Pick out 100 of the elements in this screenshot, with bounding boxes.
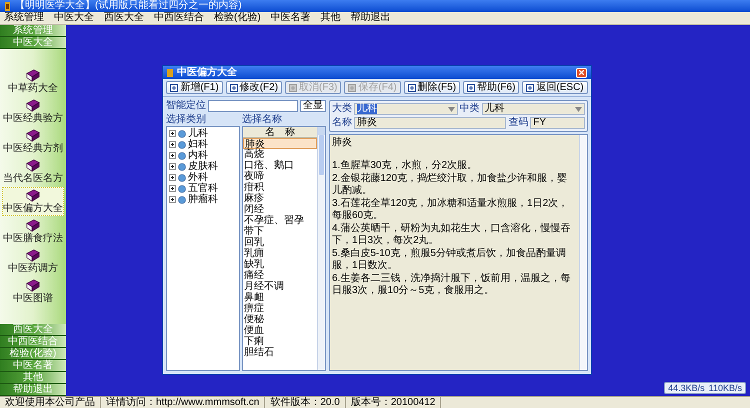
toolbar-button[interactable]: 新增(F1) bbox=[166, 81, 223, 94]
expand-icon[interactable] bbox=[169, 196, 176, 203]
name-list-item[interactable]: 高烧 bbox=[243, 149, 317, 160]
expand-icon[interactable] bbox=[169, 174, 176, 181]
sidebar-item[interactable]: 中医图谱 bbox=[2, 277, 64, 306]
menu-item[interactable]: 中医名著 bbox=[270, 12, 311, 24]
menu-item[interactable]: 西医大全 bbox=[104, 12, 144, 24]
close-button[interactable] bbox=[576, 68, 587, 78]
name-list-item[interactable]: 夜啼 bbox=[243, 171, 317, 182]
expand-icon[interactable] bbox=[169, 185, 176, 192]
scrollbar[interactable] bbox=[317, 127, 325, 370]
menu-item[interactable]: 中医大全 bbox=[54, 12, 94, 24]
dropdown-caret-icon[interactable] bbox=[448, 106, 454, 112]
name-field[interactable]: 肺炎 bbox=[354, 117, 506, 129]
recipe-line: 2.金银花藤120克，捣烂绞汁取，加食盐少许和服，婴儿酌减。 bbox=[332, 173, 568, 197]
toolbar-button[interactable]: 返回(ESC) bbox=[522, 81, 588, 94]
column-header: 名 称 bbox=[243, 127, 317, 138]
name-list-item[interactable]: 痛经 bbox=[243, 270, 317, 281]
name-list-item[interactable]: 胆结石 bbox=[243, 347, 317, 358]
dropdown-caret-icon[interactable] bbox=[575, 106, 582, 112]
download-speed: 44.3KB/s bbox=[668, 383, 705, 393]
name-list-heading: 选择名称 bbox=[242, 114, 283, 126]
toolbar-icon bbox=[170, 84, 178, 92]
category-item[interactable]: 外科 bbox=[188, 172, 208, 183]
name-list-item[interactable]: 乳痈 bbox=[243, 248, 317, 259]
sidebar-item-label: 当代名医名方 bbox=[3, 173, 63, 184]
show-all-button[interactable]: 全显 bbox=[300, 100, 326, 112]
toolbar-icon bbox=[408, 84, 416, 92]
recipe-line: 4.蒲公英晒干，研粉为丸如花生大，口含溶化，慢慢吞下，1日3次，每次2丸。 bbox=[332, 223, 572, 247]
expand-icon[interactable] bbox=[169, 141, 176, 148]
recipe-line: 5.桑白皮5-10克，煎服5分钟或煮后饮，加食品酌量调服，1日数次。 bbox=[332, 248, 567, 272]
field-label: 大类 bbox=[332, 103, 352, 115]
category-item[interactable]: 皮肤科 bbox=[188, 161, 218, 172]
menu-item[interactable]: 检验(化验) bbox=[214, 12, 261, 24]
name-list-item[interactable]: 口疮、鹅口 bbox=[243, 160, 317, 171]
name-list-item[interactable]: 痹症 bbox=[243, 303, 317, 314]
name-list-item[interactable]: 下痢 bbox=[243, 336, 317, 347]
sidebar-item-label: 中医图谱 bbox=[13, 293, 53, 304]
menu-item[interactable]: 系统管理 bbox=[4, 12, 44, 24]
sidebar-item-label: 中草药大全 bbox=[8, 83, 58, 94]
toolbar-icon bbox=[289, 84, 298, 92]
sidebar-item-label: 中医偏方大全 bbox=[3, 203, 63, 214]
name-list-item[interactable]: 肺炎 bbox=[243, 138, 317, 149]
name-list-item[interactable]: 不孕症、習孕 bbox=[243, 215, 317, 226]
recipe-text-area[interactable] bbox=[329, 134, 588, 371]
status-text: 详情访问：http://www.mmmsoft.cn bbox=[101, 397, 266, 408]
menu-item[interactable]: 中西医结合 bbox=[154, 12, 204, 24]
name-list-item[interactable]: 闭经 bbox=[243, 204, 317, 215]
sidebar-item[interactable]: 中医偏方大全 bbox=[2, 187, 64, 216]
toolbar-icon bbox=[230, 84, 238, 92]
dialog-title: 中医偏方大全 bbox=[177, 66, 238, 78]
recipe-line: 3.石莲花全草120克，加冰糖和适量水煎服，1日2次，每服60克。 bbox=[332, 198, 570, 222]
sidebar-item-label: 中医膳食疗法 bbox=[3, 233, 63, 244]
sidebar-item-label: 中医经典方剂 bbox=[3, 143, 63, 154]
status-text: 欢迎使用本公司产品 bbox=[0, 397, 101, 408]
expand-icon[interactable] bbox=[169, 152, 176, 159]
category-heading: 选择类别 bbox=[166, 114, 207, 126]
toolbar-button[interactable]: 修改(F2) bbox=[226, 81, 282, 94]
sidebar-item[interactable]: 中医膳食疗法 bbox=[2, 217, 64, 246]
toolbar-button[interactable]: 删除(F5) bbox=[404, 81, 460, 94]
toolbar-icon bbox=[526, 84, 534, 92]
field-label: 中类 bbox=[460, 103, 480, 115]
name-list-item[interactable]: 鼻衄 bbox=[243, 292, 317, 303]
code-field[interactable]: FY bbox=[530, 117, 585, 129]
name-list-item[interactable]: 疳积 bbox=[243, 182, 317, 193]
name-list-item[interactable]: 月经不调 bbox=[243, 281, 317, 292]
expand-icon[interactable] bbox=[169, 163, 176, 170]
sidebar-item[interactable]: 中草药大全 bbox=[2, 67, 64, 96]
menu-item[interactable]: 其他 bbox=[320, 12, 341, 24]
category-item[interactable]: 五官科 bbox=[188, 183, 218, 194]
sidebar-item-label: 中医药调方 bbox=[8, 263, 58, 274]
name-list-item[interactable]: 麻疹 bbox=[243, 193, 317, 204]
category-item[interactable]: 儿科 bbox=[188, 128, 208, 139]
sidebar-item[interactable]: 中医经典验方 bbox=[2, 97, 64, 126]
toolbar-button[interactable]: 帮助(F6) bbox=[463, 81, 520, 94]
category-item[interactable]: 妇科 bbox=[188, 139, 208, 150]
menu-item[interactable]: 帮助退出 bbox=[350, 12, 391, 24]
close-icon bbox=[579, 70, 584, 75]
category-item[interactable]: 内科 bbox=[188, 150, 208, 161]
app-icon bbox=[4, 2, 11, 10]
recipe-line: 6.生姜各二三钱，洗净捣汁服下，饭前用，温服之，每日服3次，服10分～5克，食服用之。 bbox=[332, 273, 572, 297]
sidebar-item-label: 中医经典验方 bbox=[3, 113, 63, 124]
expand-icon[interactable] bbox=[169, 130, 176, 137]
sidebar-item[interactable]: 中医经典方剂 bbox=[2, 127, 64, 156]
name-list-item[interactable]: 便血 bbox=[243, 325, 317, 336]
name-list-item[interactable]: 回乳 bbox=[243, 237, 317, 248]
search-label: 智能定位 bbox=[166, 100, 206, 112]
sidebar-item[interactable]: 当代名医名方 bbox=[2, 157, 64, 186]
major-select[interactable]: 儿科 bbox=[354, 103, 458, 115]
category-item[interactable]: 肿瘤科 bbox=[188, 194, 218, 205]
upload-speed: 110KB/s bbox=[708, 383, 742, 393]
middle-select[interactable]: 儿科 bbox=[482, 103, 585, 115]
scrollbar[interactable] bbox=[579, 135, 587, 370]
name-list-item[interactable]: 缺乳 bbox=[243, 259, 317, 270]
sidebar-item[interactable]: 中医药调方 bbox=[2, 247, 64, 276]
search-field[interactable] bbox=[208, 100, 298, 112]
field-label: 查码 bbox=[508, 117, 528, 129]
name-list-item[interactable]: 便秘 bbox=[243, 314, 317, 325]
name-list-item[interactable]: 带下 bbox=[243, 226, 317, 237]
recipe-heading: 肺炎 bbox=[332, 137, 353, 149]
